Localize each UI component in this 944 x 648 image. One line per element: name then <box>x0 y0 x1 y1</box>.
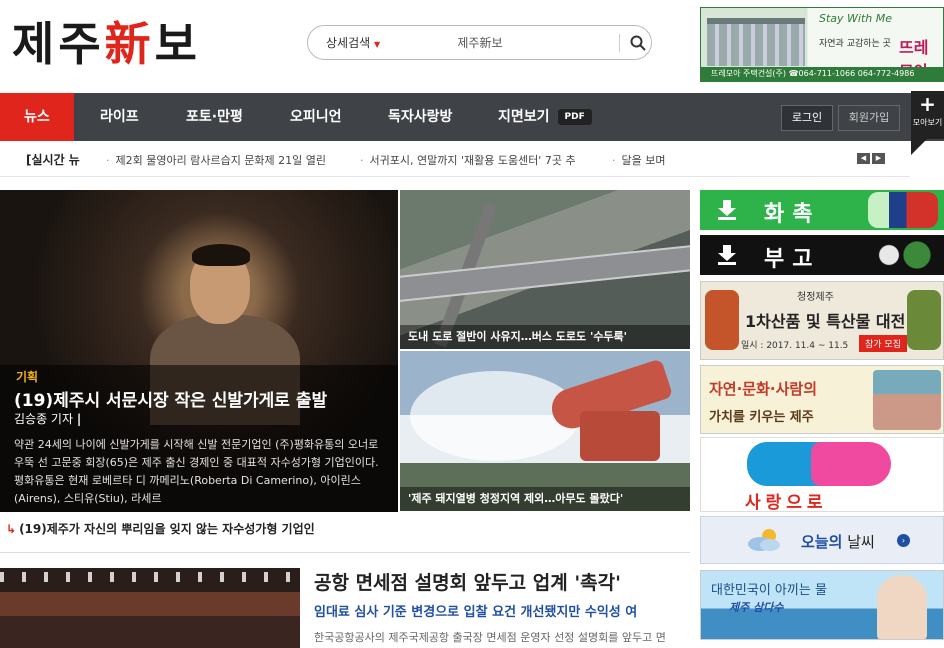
logo-text-jeju: 제주 <box>12 17 105 71</box>
photo-news-caption: 도내 도로 절반이 사유지…버스 도로도 '수두룩' <box>400 325 690 349</box>
feature-photo-hair <box>192 244 250 266</box>
nav-item-paper-view-label: 지면보기 <box>498 109 550 125</box>
ticker-item[interactable]: 제2회 물영아리 람사르습지 문화제 21일 열린 <box>106 152 327 168</box>
logo-text-new: 新 <box>104 17 155 71</box>
jeju-value-banner[interactable]: 자연·문화·사람의 가치를 키우는 제주 <box>700 365 944 434</box>
search-button[interactable] <box>626 28 651 58</box>
charity-logo-shape <box>811 442 891 486</box>
charity-banner-text: 사랑으로 <box>745 493 828 512</box>
jeju-value-line2: 가치를 키우는 제주 <box>709 410 814 425</box>
collection-view-label: 모아보기 <box>912 118 943 127</box>
chevron-right-icon: › <box>897 534 910 547</box>
ad-script-text: Stay With Me <box>819 12 893 25</box>
photo-truck <box>580 411 660 461</box>
nav-item-opinion[interactable]: 오피니언 <box>290 93 342 141</box>
pdf-badge: PDF <box>557 109 592 125</box>
wedding-banner-image <box>868 192 938 228</box>
expo-banner-head: 청정제주 <box>797 292 834 303</box>
expo-fruit-image <box>705 290 739 350</box>
water-banner-line1: 대한민국이 아끼는 물 <box>711 583 827 598</box>
photo-news-caption: '제주 돼지열병 청정지역 제외…아무도 몰랐다' <box>400 487 690 511</box>
collection-view-tab-tip <box>911 139 927 155</box>
nav-item-life[interactable]: 라이프 <box>100 93 139 141</box>
expo-fruit-image <box>907 290 941 350</box>
ad-building-image <box>707 18 805 66</box>
feature-title[interactable]: (19)제주시 서문시장 작은 신발가게로 출발 <box>14 386 327 411</box>
ad-subtitle: 자연과 교감하는 곳 <box>819 39 891 49</box>
weather-banner-text: 오늘의 날씨 <box>801 531 875 552</box>
download-arrow-icon <box>718 200 736 220</box>
main-nav: 뉴스 라이프 포토·만평 오피니언 독자사랑방 지면보기 PDF 로그인 회원가입 <box>0 93 944 141</box>
expo-banner[interactable]: 청정제주 1차산품 및 특산물 대전 일시 : 2017. 11.4 ~ 11.… <box>700 281 944 360</box>
water-banner-model <box>877 575 927 639</box>
section-divider <box>0 552 690 553</box>
feature-author-name: 김승종 기자 <box>14 412 74 426</box>
thumbnail-lights <box>0 572 300 582</box>
search-bar: 상세검색 ▼ <box>307 25 652 60</box>
article-subtitle[interactable]: 임대료 심사 기준 변경으로 입찰 요건 개선됐지만 수익성 여 <box>314 601 637 620</box>
article-title[interactable]: 공항 면세점 설명회 앞두고 업계 '촉각' <box>314 568 621 595</box>
download-arrow-icon <box>718 245 736 265</box>
aerial-photo-road <box>400 242 690 304</box>
feature-author: 김승종 기자 | <box>14 412 82 426</box>
advanced-search-label: 상세검색 <box>326 36 371 50</box>
water-brand-banner[interactable]: 대한민국이 아끼는 물 제주 삼다수 <box>700 570 944 640</box>
expo-banner-title: 1차산품 및 특산물 대전 <box>745 312 906 331</box>
article-thumbnail[interactable] <box>0 568 300 648</box>
search-icon <box>630 35 647 51</box>
site-logo[interactable]: 제주 新 보 <box>12 14 201 71</box>
nav-item-readers[interactable]: 독자사랑방 <box>388 93 452 141</box>
weather-cloud-icon <box>748 529 780 551</box>
wedding-banner-text: 화촉 <box>764 202 821 227</box>
collection-view-button[interactable]: + 모아보기 <box>911 91 944 139</box>
nav-item-news[interactable]: 뉴스 <box>0 93 74 141</box>
ad-footer: 뜨레모아 주택건설(주) ☎064-711-1066 064-772-4986 <box>701 67 943 81</box>
obituary-banner-text: 부고 <box>764 247 821 272</box>
expo-banner-date: 일시 : 2017. 11.4 ~ 11.5 <box>741 341 849 351</box>
weather-prefix: 오늘의 <box>801 533 843 551</box>
obituary-banner[interactable]: 부고 <box>700 235 944 275</box>
nav-item-photo[interactable]: 포토·만평 <box>186 93 243 141</box>
ticker-item[interactable]: 달을 보며 <box>612 152 666 168</box>
top-banner-ad[interactable]: Stay With Me 자연과 교감하는 곳 뜨레모아 뜨레모아 주택건설(주… <box>700 7 944 82</box>
logo-text-bo: 보 <box>154 17 201 71</box>
arrow-icon: ↳ <box>6 522 17 536</box>
search-divider <box>618 33 620 52</box>
join-button[interactable]: 회원가입 <box>838 105 900 131</box>
plus-icon: + <box>919 92 936 116</box>
weather-banner[interactable]: 오늘의 날씨 › <box>700 516 944 564</box>
photo-news-item[interactable]: 도내 도로 절반이 사유지…버스 도로도 '수두룩' <box>400 190 690 349</box>
expo-banner-button: 참가 모집 <box>859 335 907 352</box>
photo-news-item[interactable]: '제주 돼지열병 청정지역 제외…아무도 몰랐다' <box>400 351 690 511</box>
caret-down-icon: ▼ <box>374 40 381 49</box>
search-input[interactable] <box>457 35 609 50</box>
feature-article[interactable]: 기획 (19)제주시 서문시장 작은 신발가게로 출발 김승종 기자 | 약관 … <box>0 190 398 512</box>
nav-item-paper-view[interactable]: 지면보기 PDF <box>498 93 592 141</box>
realtime-news-ticker: [실시간 뉴 제2회 물영아리 람사르습지 문화제 21일 열린 서귀포시, 연… <box>0 141 910 177</box>
article-summary: 한국공항공사의 제주국제공항 출국장 면세점 운영자 선정 설명회를 앞두고 면 <box>314 631 666 644</box>
charity-banner[interactable]: 사랑으로 <box>700 437 944 512</box>
jeju-value-line1: 자연·문화·사람의 <box>709 380 817 398</box>
feature-summary: 약관 24세의 나이에 신발가게를 시작해 신발 전문기업인 (주)평화유통의 … <box>14 438 379 505</box>
jeju-value-image <box>873 370 941 430</box>
water-banner-brand: 제주 삼다수 <box>729 601 784 614</box>
login-button[interactable]: 로그인 <box>781 105 833 131</box>
advanced-search-dropdown[interactable]: 상세검색 ▼ <box>326 34 393 51</box>
related-article-link[interactable]: ↳ (19)제주가 자신의 뿌리임을 잊지 않는 자수성가형 기업인 <box>6 520 315 537</box>
obituary-banner-image <box>868 237 938 273</box>
feature-category: 기획 <box>16 370 39 384</box>
ticker-label: [실시간 뉴 <box>26 153 80 167</box>
page: 제주新보 상세검색 ▼ Stay With Me 자연과 교감하는 곳 뜨레모아… <box>0 0 944 648</box>
ticker-item[interactable]: 서귀포시, 연말까지 '재활용 도움센터' 7곳 추 <box>360 152 576 168</box>
ticker-prev-button[interactable]: ◀ <box>857 153 870 164</box>
ticker-next-button[interactable]: ▶ <box>872 153 885 164</box>
weather-suffix: 날씨 <box>847 533 875 551</box>
wedding-banner[interactable]: 화촉 <box>700 190 944 230</box>
related-article-title: (19)제주가 자신의 뿌리임을 잊지 않는 자수성가형 기업인 <box>19 522 315 536</box>
